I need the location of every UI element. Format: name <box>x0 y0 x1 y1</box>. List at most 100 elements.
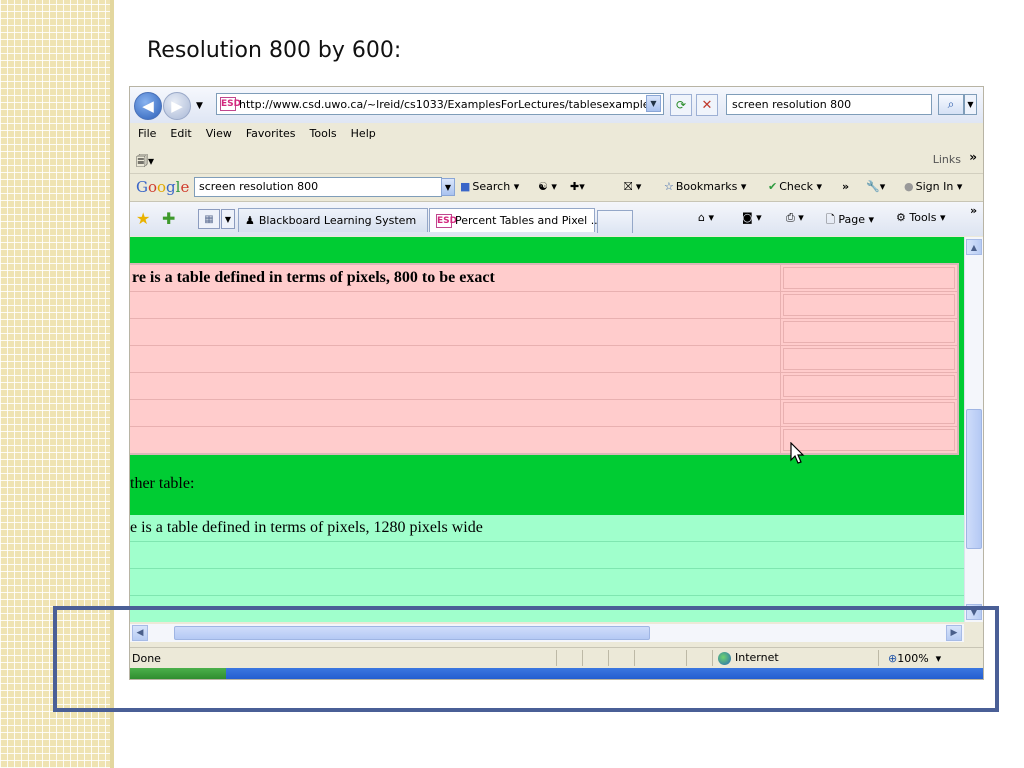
menu-bar: File Edit View Favorites Tools Help <box>130 127 376 143</box>
vertical-scrollbar[interactable]: ▲ ▼ <box>964 237 983 622</box>
menu-favorites[interactable]: Favorites <box>246 127 296 143</box>
table-row <box>130 373 957 400</box>
table-row <box>130 346 957 373</box>
google-check-button[interactable]: ✔ Check ▾ <box>768 180 822 193</box>
table-row <box>130 427 957 453</box>
table-cell <box>130 373 781 399</box>
tools-menu-button[interactable]: ⚙ Tools ▾ <box>896 211 946 224</box>
table-row <box>130 292 957 319</box>
links-label[interactable]: Links <box>933 153 961 166</box>
google-sign-in-button[interactable]: ● Sign In ▾ <box>904 180 962 193</box>
google-bookmarks-button[interactable]: ☆ Bookmarks ▾ <box>664 180 746 193</box>
links-toolbar: 🗐▾ Links » <box>130 149 983 169</box>
live-search-input[interactable]: screen resolution 800 <box>726 94 932 115</box>
stop-button[interactable]: ✕ <box>696 94 718 116</box>
mouse-cursor-icon <box>790 442 805 464</box>
google-news-icon[interactable]: ☯ ▾ <box>538 180 557 193</box>
new-tab-button[interactable] <box>597 210 633 233</box>
forward-icon: ▶ <box>171 97 183 115</box>
table-cell <box>130 400 781 426</box>
tab-blackboard[interactable]: ♟ Blackboard Learning System <box>238 208 428 232</box>
address-dropdown-button[interactable]: ▼ <box>646 95 661 112</box>
tab-percent-tables[interactable]: ESD Percent Tables and Pixel ... ✕ <box>429 208 618 232</box>
quick-tabs-icon[interactable]: ▦ <box>198 209 220 229</box>
slide-title: Resolution 800 by 600: <box>147 38 402 63</box>
google-search-icon: ■ <box>460 180 471 193</box>
address-url[interactable]: http://www.csd.uwo.ca/~lreid/cs1033/Exam… <box>239 98 662 111</box>
scroll-up-icon[interactable]: ▲ <box>966 239 982 255</box>
vertical-scroll-thumb[interactable] <box>966 409 982 549</box>
pixel-table-800: re is a table defined in terms of pixels… <box>130 263 959 455</box>
table-cell <box>781 292 957 318</box>
table-row: re is a table defined in terms of pixels… <box>130 265 957 292</box>
tools-icon: ⚙ <box>896 211 906 224</box>
refresh-button[interactable]: ⟳ <box>670 94 692 116</box>
page-icon: 🗋 <box>826 213 835 226</box>
google-search-button[interactable]: ■ Search ▾ <box>460 180 519 193</box>
blackboard-favicon-icon: ♟ <box>245 214 255 227</box>
refresh-icon: ⟳ <box>675 98 687 112</box>
address-toolbar: ◀ ▶ ▼ ESD http://www.csd.uwo.ca/~lreid/c… <box>130 87 983 123</box>
table-cell <box>781 373 957 399</box>
google-more-chevron-icon[interactable]: » <box>842 180 849 193</box>
table-cell <box>781 265 957 291</box>
feeds-icon[interactable]: ◙ ▾ <box>742 211 762 224</box>
tab-label: Percent Tables and Pixel ... <box>455 214 602 227</box>
menu-edit[interactable]: Edit <box>170 127 191 143</box>
add-favorite-icon[interactable]: ✚ <box>162 209 175 228</box>
menu-help[interactable]: Help <box>351 127 376 143</box>
table-cell <box>781 319 957 345</box>
table-cell <box>130 346 781 372</box>
forward-button[interactable]: ▶ <box>163 92 191 120</box>
table-cell <box>130 319 781 345</box>
page-content: re is a table defined in terms of pixels… <box>130 237 964 622</box>
stop-icon: ✕ <box>701 97 713 113</box>
table-cell <box>781 346 957 372</box>
back-button[interactable]: ◀ <box>134 92 162 120</box>
bookmarks-star-icon: ☆ <box>664 180 674 193</box>
google-search-dropdown[interactable]: ▼ <box>441 178 455 196</box>
site-favicon-icon: ESD <box>220 97 242 111</box>
search-icon: ⌕ <box>947 97 955 111</box>
menu-view[interactable]: View <box>206 127 232 143</box>
address-bar[interactable]: ESD http://www.csd.uwo.ca/~lreid/cs1033/… <box>216 93 664 115</box>
table-cell <box>130 427 781 453</box>
google-logo[interactable]: Google <box>136 178 189 196</box>
home-icon[interactable]: ⌂ ▾ <box>698 211 714 224</box>
table-row <box>130 542 964 569</box>
links-chevron-icon[interactable]: » <box>969 150 977 164</box>
google-plus-icon[interactable]: ✚▾ <box>570 180 585 193</box>
print-icon[interactable]: ⎙ ▾ <box>786 211 804 225</box>
menu-tools[interactable]: Tools <box>310 127 337 143</box>
tab-label: Blackboard Learning System <box>258 214 417 227</box>
table-row <box>130 400 957 427</box>
table-row <box>130 319 957 346</box>
google-toolbar: Google screen resolution 800 ▼ ■ Search ▾… <box>130 173 983 200</box>
google-search-input[interactable]: screen resolution 800 <box>194 177 442 197</box>
sign-in-icon: ● <box>904 180 914 193</box>
google-settings-icon[interactable]: 🔧▾ <box>866 180 885 193</box>
highlight-rectangle <box>53 606 999 712</box>
back-icon: ◀ <box>142 97 154 115</box>
tab-list-dropdown[interactable]: ▼ <box>221 209 235 229</box>
table-cell <box>130 292 781 318</box>
command-more-chevron-icon[interactable]: » <box>970 204 977 217</box>
table-cell <box>781 427 957 453</box>
table-row <box>130 569 964 596</box>
page-menu-button[interactable]: 🗋 Page ▾ <box>826 211 874 230</box>
favorites-star-icon[interactable]: ★ <box>136 209 150 228</box>
table-cell <box>781 400 957 426</box>
popup-blocker-icon[interactable]: ⛝ ▾ <box>624 180 641 194</box>
browser-window: ◀ ▶ ▼ ESD http://www.csd.uwo.ca/~lreid/c… <box>129 86 984 680</box>
search-options-button[interactable]: ▼ <box>964 94 977 115</box>
search-go-button[interactable]: ⌕ <box>938 94 964 115</box>
table-cell-header: re is a table defined in terms of pixels… <box>130 265 781 291</box>
page-menu-icon[interactable]: 🗐▾ <box>136 152 154 173</box>
table-row: e is a table defined in terms of pixels,… <box>130 515 964 542</box>
history-dropdown-icon[interactable]: ▼ <box>196 101 203 111</box>
another-table-text: ther table: <box>130 475 195 492</box>
site-favicon-icon: ESD <box>436 213 458 228</box>
tab-command-bar: ★ ✚ ▦ ▼ ♟ Blackboard Learning System ESD… <box>130 201 983 236</box>
menu-file[interactable]: File <box>138 127 156 143</box>
spellcheck-icon: ✔ <box>768 180 778 193</box>
